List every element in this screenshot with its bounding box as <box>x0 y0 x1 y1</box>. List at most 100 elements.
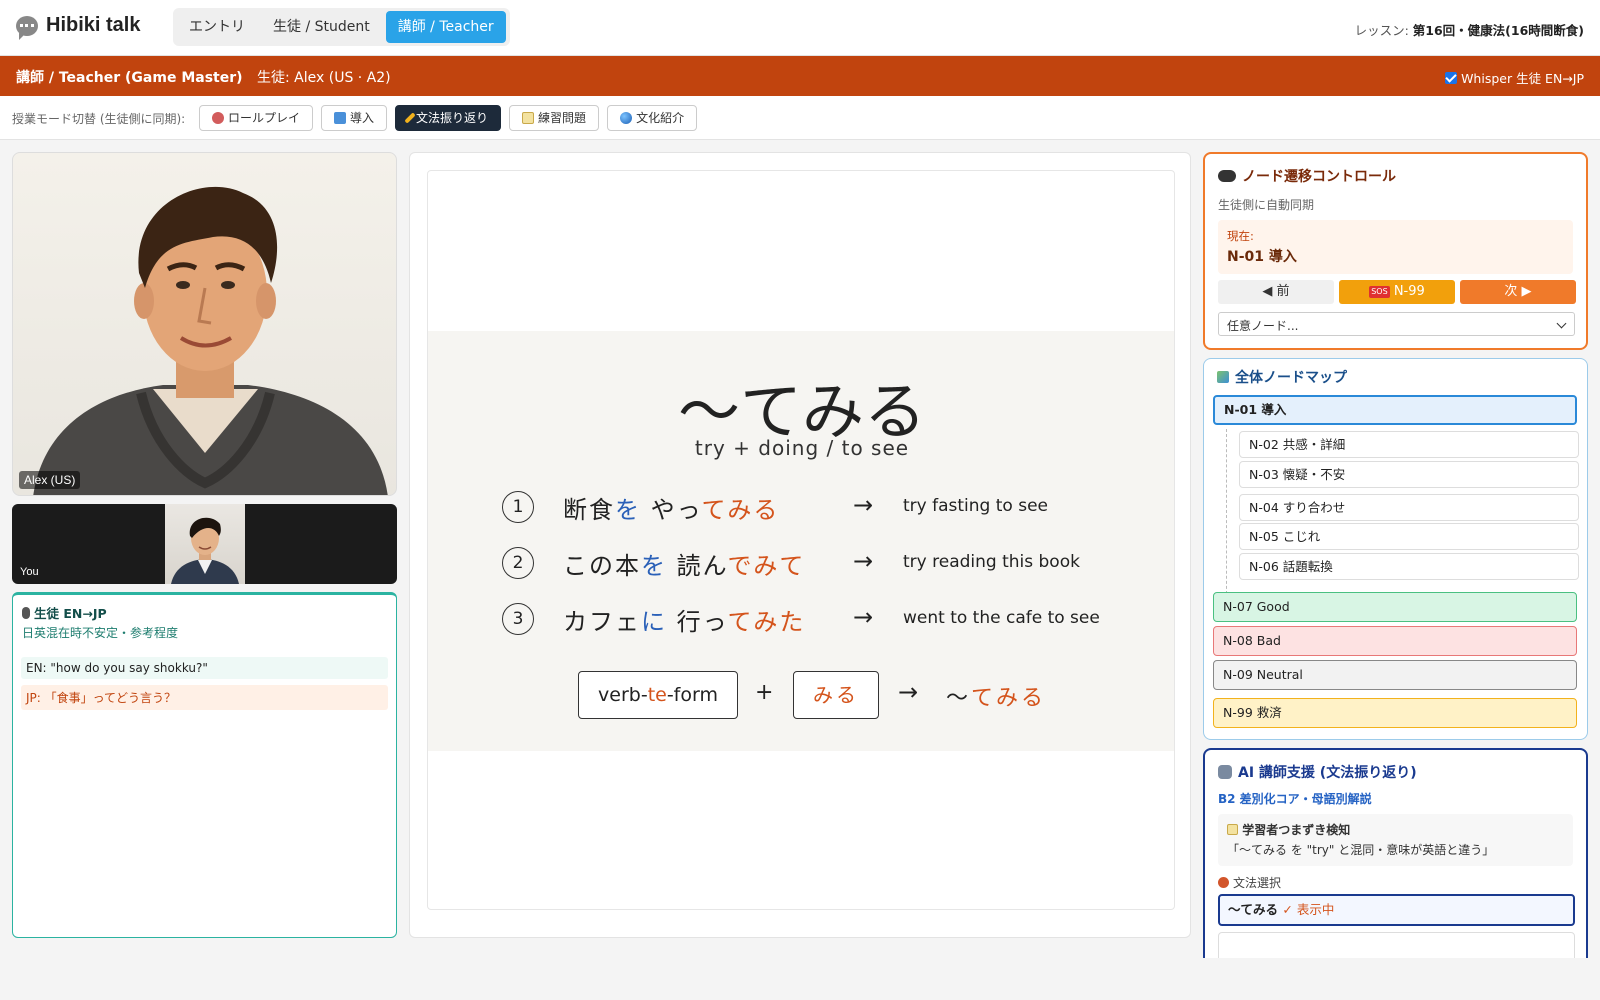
example-en: try fasting to see <box>903 496 1048 516</box>
transcript-header: 生徒 EN→JP <box>13 595 396 622</box>
stumble-detection-title: 学習者つまずき検知 <box>1242 823 1351 837</box>
app-name: Hibiki talk <box>46 14 141 36</box>
grammar-slide: 〜てみる try + doing / to see 1 断食を やってみる → … <box>428 331 1174 751</box>
sos-node-button[interactable]: SOS N-99 <box>1339 280 1455 304</box>
tab-student[interactable]: 生徒 / Student <box>261 11 382 43</box>
mode-intro-button[interactable]: 導入 <box>321 105 388 131</box>
globe-icon <box>620 112 633 124</box>
example-jp: カフェに 行ってみた <box>563 608 806 636</box>
example-arrow: → <box>853 491 874 519</box>
chat-bubble-icon <box>16 15 38 40</box>
example-row: 3 カフェに 行ってみた → went to the cafe to see <box>428 599 1174 639</box>
target-icon <box>1218 877 1229 888</box>
ai-panel-subtitle: B2 差別化コア・母語別解説 <box>1218 792 1372 806</box>
next-node-button[interactable]: 次 ▶ <box>1460 280 1576 304</box>
gamepad-icon <box>1218 170 1236 182</box>
microphone-icon <box>22 606 30 619</box>
map-icon <box>1217 371 1229 383</box>
node-n09[interactable]: N-09 Neutral <box>1213 660 1577 690</box>
grammar-subtitle: try + doing / to see <box>694 436 910 460</box>
mode-roleplay-button[interactable]: ロールプレイ <box>199 105 314 131</box>
example-en: try reading this book <box>903 552 1080 572</box>
grammar-option-next[interactable] <box>1218 932 1575 958</box>
node-control-header: ノード遷移コントロール <box>1218 166 1396 186</box>
stumble-detection-text: 「〜てみる を "try" と混同・意味が英語と違う」 <box>1227 843 1495 857</box>
student-transcript-panel: 生徒 EN→JP 日英混在時不安定・参考程度 EN: "how do you s… <box>12 592 397 938</box>
tab-entry[interactable]: エントリ <box>177 11 257 43</box>
top-nav-bar: Hibiki talk エントリ 生徒 / Student 講師 / Teach… <box>0 0 1600 56</box>
role-tabs: エントリ 生徒 / Student 講師 / Teacher <box>173 8 510 46</box>
ai-assist-panel: AI 講師支援 (文法振り返り) B2 差別化コア・母語別解説 学習者つまずき検… <box>1203 748 1588 958</box>
mode-grammar-review-button[interactable]: 文法振り返り <box>395 105 502 131</box>
lesson-info: レッスン: 第16回・健康法(16時間断食) <box>1355 20 1584 39</box>
memo-icon <box>522 112 535 124</box>
node-n05[interactable]: N-05 こじれ <box>1239 523 1579 550</box>
role-title: 講師 / Teacher (Game Master) <box>16 70 243 86</box>
grammar-option-label: 〜てみる <box>1228 902 1279 917</box>
node-n04[interactable]: N-04 すり合わせ <box>1239 494 1579 521</box>
stumble-detection-card: 学習者つまずき検知 「〜てみる を "try" と混同・意味が英語と違う」 <box>1218 814 1573 866</box>
example-arrow: → <box>853 547 874 575</box>
formula-verb-te-form: verb-te-form <box>578 671 738 719</box>
prev-node-button[interactable]: ◀ 前 <box>1218 280 1334 304</box>
node-n99[interactable]: N-99 救済 <box>1213 698 1577 728</box>
node-control-panel: ノード遷移コントロール 生徒側に自動同期 現在: N-01 導入 ◀ 前 SOS… <box>1203 152 1588 350</box>
mode-practice-button[interactable]: 練習問題 <box>509 105 600 131</box>
current-node-label: 現在: <box>1227 229 1254 243</box>
example-row: 1 断食を やってみる → try fasting to see <box>428 487 1174 527</box>
self-video: You <box>12 504 397 584</box>
grammar-option-temiru[interactable]: 〜てみる ✓ 表示中 <box>1218 894 1575 926</box>
node-map-header: 全体ノードマップ <box>1217 367 1347 387</box>
node-n02[interactable]: N-02 共感・詳細 <box>1239 431 1579 458</box>
class-mode-label: 授業モード切替 (生徒側に同期): <box>12 112 186 126</box>
brand[interactable]: Hibiki talk <box>16 14 141 40</box>
mode-culture-label: 文化紹介 <box>636 111 685 125</box>
example-number: 2 <box>502 547 534 579</box>
example-number: 1 <box>502 491 534 523</box>
node-n07[interactable]: N-07 Good <box>1213 592 1577 622</box>
formula-plus: + <box>755 680 774 705</box>
memo-icon <box>1227 824 1238 835</box>
student-video: Alex (US) <box>12 152 397 496</box>
sos-icon: SOS <box>1369 286 1390 298</box>
ai-panel-header: AI 講師支援 (文法振り返り) <box>1218 762 1417 782</box>
sos-node-label: N-99 <box>1393 284 1425 299</box>
robot-icon <box>1218 765 1232 779</box>
node-control-title: ノード遷移コントロール <box>1242 169 1396 185</box>
transcript-en-line: EN: "how do you say shokku?" <box>21 657 388 679</box>
example-jp: 断食を やってみる <box>563 496 780 524</box>
mode-grammar-review-label: 文法振り返り <box>416 111 489 125</box>
node-n03[interactable]: N-03 懐疑・不安 <box>1239 461 1579 488</box>
node-tree-line <box>1226 429 1227 599</box>
node-map-title: 全体ノードマップ <box>1235 370 1347 386</box>
example-number: 3 <box>502 603 534 635</box>
current-node-value: N-01 導入 <box>1227 249 1297 265</box>
teacher-avatar <box>165 504 245 584</box>
tab-teacher[interactable]: 講師 / Teacher <box>385 11 506 43</box>
mode-roleplay-label: ロールプレイ <box>228 111 301 125</box>
whisper-label: Whisper 生徒 EN→JP <box>1461 71 1584 86</box>
class-mode-bar: 授業モード切替 (生徒側に同期): ロールプレイ 導入 文法振り返り 練習問題 … <box>0 96 1600 140</box>
student-info: 生徒: Alex (US · A2) <box>257 70 391 86</box>
grammar-option-state: ✓ 表示中 <box>1282 902 1335 917</box>
example-row: 2 この本を 読んでみて → try reading this book <box>428 543 1174 583</box>
node-n06[interactable]: N-06 話題転換 <box>1239 553 1579 580</box>
student-avatar <box>33 186 388 495</box>
grammar-select-text: 文法選択 <box>1233 876 1282 890</box>
ai-panel-title: AI 講師支援 (文法振り返り) <box>1238 765 1417 781</box>
grammar-formula: verb-te-form + みる → 〜てみる <box>428 671 1174 719</box>
formula-miru: みる <box>793 671 879 719</box>
node-n01[interactable]: N-01 導入 <box>1213 395 1577 425</box>
transcript-note: 日英混在時不安定・参考程度 <box>22 626 179 640</box>
whisper-checkbox[interactable] <box>1445 71 1458 84</box>
node-n08[interactable]: N-08 Bad <box>1213 626 1577 656</box>
node-select[interactable]: 任意ノード... <box>1218 312 1575 336</box>
grammar-select-label: 文法選択 <box>1218 874 1281 891</box>
whisper-toggle[interactable]: Whisper 生徒 EN→JP <box>1445 68 1584 87</box>
node-map-panel: 全体ノードマップ N-01 導入 N-02 共感・詳細 N-03 懐疑・不安 N… <box>1203 358 1588 740</box>
theater-masks-icon <box>212 112 224 124</box>
mode-culture-button[interactable]: 文化紹介 <box>607 105 698 131</box>
transcript-jp-line: JP: 「食事」ってどう言う？ <box>21 685 388 710</box>
example-arrow: → <box>853 603 874 631</box>
transcript-title: 生徒 EN→JP <box>34 606 107 621</box>
